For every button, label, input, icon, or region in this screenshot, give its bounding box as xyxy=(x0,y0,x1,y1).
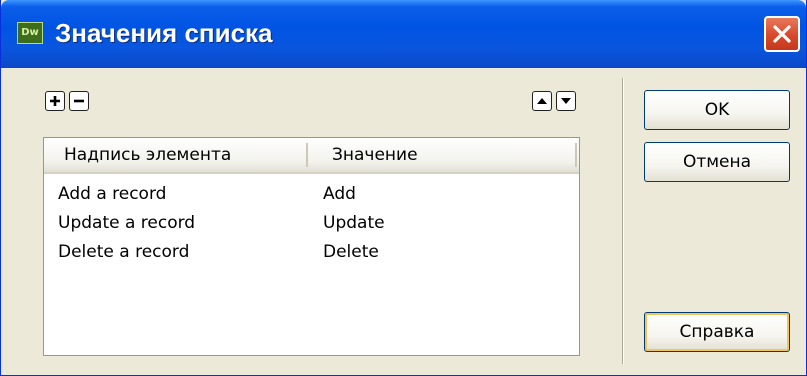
table-header: Надпись элемента Значение xyxy=(44,138,579,174)
table-row[interactable]: Delete a record Delete xyxy=(44,238,579,267)
plus-icon xyxy=(50,96,60,106)
column-header-label[interactable]: Надпись элемента xyxy=(64,138,231,172)
arrow-up-icon xyxy=(537,98,547,104)
table-row[interactable]: Update a record Update xyxy=(44,209,579,238)
row-value: Delete xyxy=(323,242,379,262)
row-label: Add a record xyxy=(58,184,167,204)
remove-item-button[interactable] xyxy=(69,91,89,111)
cancel-button[interactable]: Отмена xyxy=(644,142,790,182)
row-value: Update xyxy=(323,213,385,233)
list-values-table[interactable]: Надпись элемента Значение Add a record A… xyxy=(43,137,580,356)
arrow-down-icon xyxy=(561,98,571,104)
move-up-button[interactable] xyxy=(532,91,552,111)
move-down-button[interactable] xyxy=(556,91,576,111)
table-row[interactable]: Add a record Add xyxy=(44,180,579,209)
add-item-button[interactable] xyxy=(45,91,65,111)
column-header-value[interactable]: Значение xyxy=(332,138,418,172)
ok-button[interactable]: OK xyxy=(644,90,790,130)
row-value: Add xyxy=(323,184,356,204)
row-label: Delete a record xyxy=(58,242,190,262)
dreamweaver-app-icon: Dw xyxy=(17,22,43,44)
dialog-window: Dw Значения списка Надпись элемента Знач… xyxy=(0,0,807,376)
window-title: Значения списка xyxy=(55,18,273,48)
column-divider[interactable] xyxy=(306,143,308,167)
column-divider[interactable] xyxy=(575,143,577,167)
close-icon xyxy=(773,25,791,43)
close-button[interactable] xyxy=(764,16,800,52)
dialog-content: Надпись элемента Значение Add a record A… xyxy=(1,68,806,375)
row-label: Update a record xyxy=(58,213,196,233)
help-button[interactable]: Справка xyxy=(644,312,790,352)
vertical-divider xyxy=(622,78,624,364)
minus-icon xyxy=(74,99,84,103)
title-bar[interactable]: Dw Значения списка xyxy=(1,0,806,68)
